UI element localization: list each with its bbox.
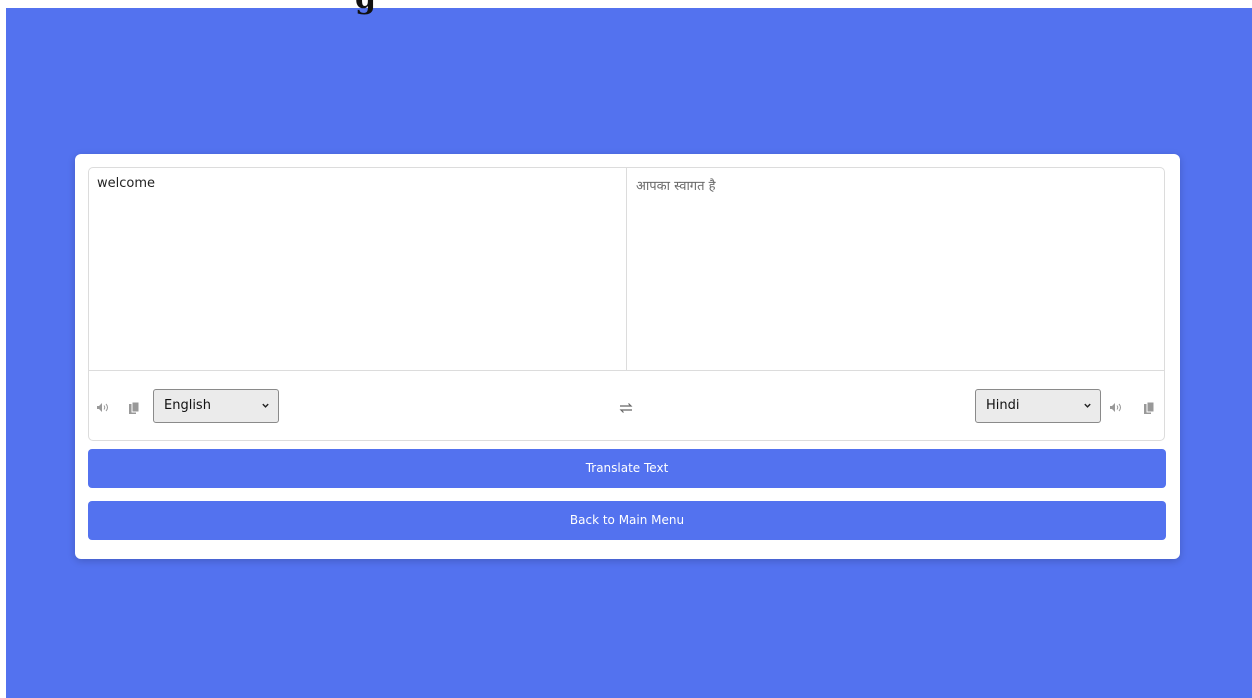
copy-icon[interactable] (1144, 402, 1154, 414)
translator-card: welcome आपका स्वागत है English Hindi Tra… (75, 154, 1180, 559)
chevron-down-icon (1084, 403, 1091, 408)
source-language-value: English (164, 398, 211, 413)
language-controls: English Hindi (89, 370, 1164, 442)
exchange-icon[interactable] (619, 401, 633, 417)
translated-text-output[interactable]: आपका स्वागत है (628, 168, 1166, 370)
speaker-icon[interactable] (97, 402, 110, 413)
chevron-down-icon (262, 403, 269, 408)
target-language-select[interactable]: Hindi (975, 389, 1101, 423)
source-language-select[interactable]: English (153, 389, 279, 423)
text-panels: welcome आपका स्वागत है English Hindi (88, 167, 1165, 441)
speaker-icon[interactable] (1110, 402, 1123, 413)
source-text-input[interactable]: welcome (89, 168, 627, 370)
page-title: g (355, 0, 376, 14)
target-language-value: Hindi (986, 398, 1020, 413)
back-to-main-menu-button[interactable]: Back to Main Menu (88, 501, 1166, 540)
translate-button[interactable]: Translate Text (88, 449, 1166, 488)
copy-icon[interactable] (129, 402, 139, 414)
